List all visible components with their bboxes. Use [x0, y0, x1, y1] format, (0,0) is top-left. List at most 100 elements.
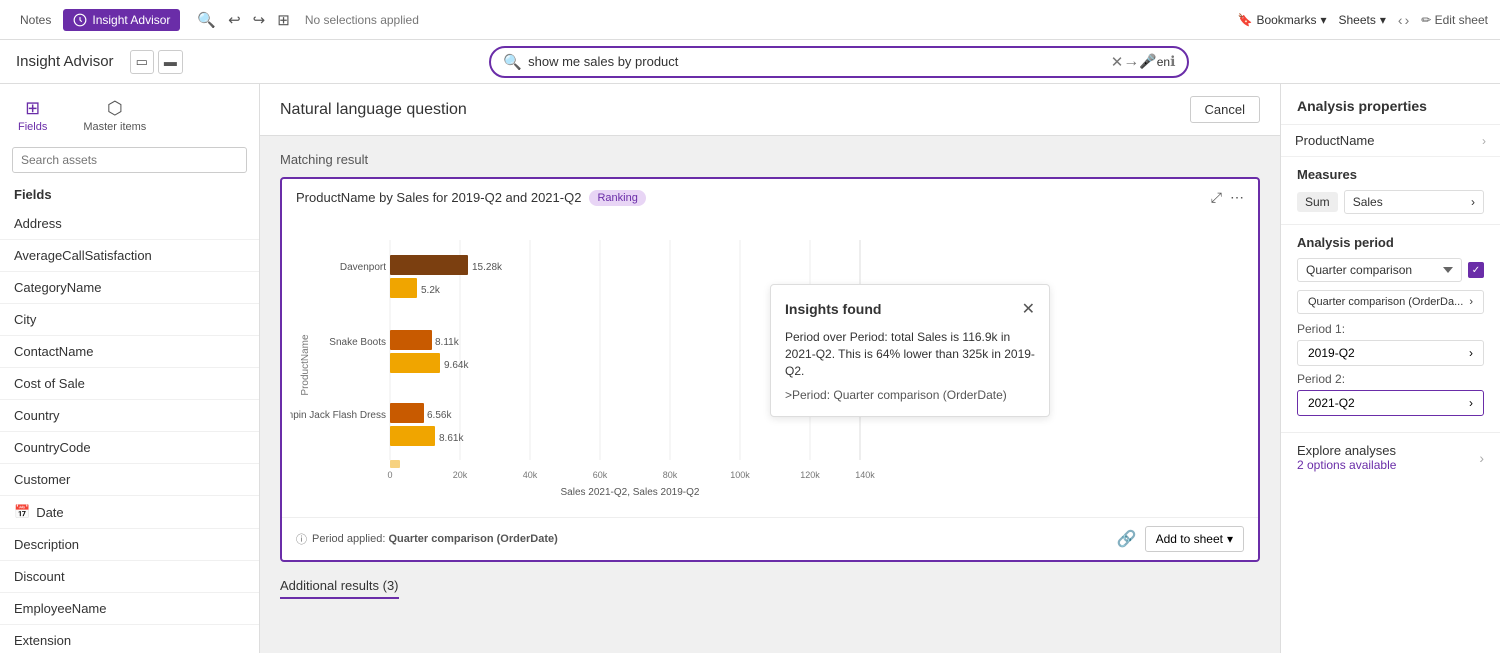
svg-text:8.11k: 8.11k	[435, 337, 460, 348]
topbar-right: 🔖 Bookmarks ▾ Sheets ▾ ‹ › ✏ Edit sheet	[1237, 12, 1488, 28]
panel-right-btn[interactable]: ▬	[158, 50, 183, 74]
explore-analyses-group: Explore analyses 2 options available	[1297, 443, 1396, 472]
sidebar-tabs: ⊞ Fields ⬡ Master items	[0, 84, 259, 139]
edit-sheet-btn[interactable]: ✏ Edit sheet	[1421, 13, 1488, 27]
date-icon: 📅	[14, 504, 30, 520]
add-to-sheet-btn[interactable]: Add to sheet ▾	[1145, 526, 1244, 552]
chart-header-actions: ⤢ ⋯	[1211, 189, 1244, 206]
secondbar: Insight Advisor ▭ ▬ 🔍 ✕ → 🎤 en ℹ	[0, 40, 1500, 84]
insights-text: Period over Period: total Sales is 116.9…	[785, 329, 1035, 379]
search-lang-btn[interactable]: en	[1157, 55, 1170, 69]
search-info-btn[interactable]: ℹ	[1170, 53, 1175, 70]
search-clear-btn[interactable]: ✕	[1111, 53, 1124, 71]
link-icon-btn[interactable]: 🔗	[1117, 526, 1137, 552]
sidebar-item-date[interactable]: 📅 Date	[0, 496, 259, 529]
sidebar-search-wrap	[0, 139, 259, 181]
chart-expand-btn[interactable]: ⤢	[1211, 189, 1222, 206]
sidebar-list: Address AverageCallSatisfaction Category…	[0, 208, 259, 653]
master-items-icon: ⬡	[107, 98, 123, 119]
sidebar-item-customer[interactable]: Customer	[0, 464, 259, 496]
insight-icon	[73, 13, 87, 27]
explore-options-link[interactable]: 2 options available	[1297, 458, 1396, 472]
svg-text:20k: 20k	[453, 470, 468, 480]
bookmarks-btn[interactable]: 🔖 Bookmarks ▾	[1237, 13, 1326, 27]
sidebar-item-employeename[interactable]: EmployeeName	[0, 593, 259, 625]
nav-arrows: ‹ ›	[1398, 12, 1409, 28]
add-sheet-chevron-icon: ▾	[1227, 532, 1233, 546]
layout-buttons: ▭ ▬	[130, 50, 183, 74]
fields-icon: ⊞	[25, 98, 40, 119]
svg-text:60k: 60k	[593, 470, 608, 480]
left-sidebar: ⊞ Fields ⬡ Master items Fields Address A…	[0, 84, 260, 653]
svg-text:Sales 2021-Q2, Sales 2019-Q2: Sales 2021-Q2, Sales 2019-Q2	[561, 487, 700, 498]
sidebar-item-averagecall[interactable]: AverageCallSatisfaction	[0, 240, 259, 272]
topbar-left: Notes Insight Advisor 🔍 ↩ ↪ ⊞ No selecti…	[12, 8, 419, 32]
period1-chevron-icon: ›	[1469, 346, 1473, 360]
cancel-btn[interactable]: Cancel	[1190, 96, 1260, 123]
chart-title: ProductName by Sales for 2019-Q2 and 202…	[296, 190, 581, 205]
sidebar-item-categoryname[interactable]: CategoryName	[0, 272, 259, 304]
notes-tab[interactable]: Notes	[12, 9, 59, 31]
quarter-comparison-item[interactable]: Quarter comparison (OrderDa... ›	[1297, 290, 1484, 314]
sidebar-item-extension[interactable]: Extension	[0, 625, 259, 653]
search-go-btn[interactable]: →	[1123, 53, 1139, 71]
explore-row: Explore analyses 2 options available ›	[1281, 433, 1500, 482]
explore-chevron-icon[interactable]: ›	[1479, 450, 1484, 466]
period2-section: Period 2: 2021-Q2 ›	[1297, 372, 1484, 416]
svg-text:6.56k: 6.56k	[427, 410, 452, 421]
sidebar-tab-master-items[interactable]: ⬡ Master items	[73, 92, 156, 139]
sheets-btn[interactable]: Sheets ▾	[1339, 13, 1386, 27]
panel-field-productname[interactable]: ProductName ›	[1281, 125, 1500, 157]
svg-text:120k: 120k	[800, 470, 820, 480]
sidebar-fields-label: Fields	[0, 181, 259, 208]
additional-results-label[interactable]: Additional results (3)	[280, 578, 399, 599]
period-checkbox[interactable]	[1468, 262, 1484, 278]
svg-text:Jumpin Jack Flash Dress: Jumpin Jack Flash Dress	[290, 410, 386, 421]
sidebar-item-city[interactable]: City	[0, 304, 259, 336]
sales-select[interactable]: Sales ›	[1344, 190, 1484, 214]
ranking-badge: Ranking	[589, 190, 645, 206]
undo-btn[interactable]: ↩	[225, 8, 244, 32]
insights-title: Insights found	[785, 301, 881, 317]
sidebar-item-countrycode[interactable]: CountryCode	[0, 432, 259, 464]
insight-advisor-tab[interactable]: Insight Advisor	[63, 9, 180, 31]
chart-footer: ⓘ Period applied: Quarter comparison (Or…	[282, 517, 1258, 560]
sidebar-item-country[interactable]: Country	[0, 400, 259, 432]
svg-text:40k: 40k	[523, 470, 538, 480]
smart-search-btn[interactable]: ⊞	[274, 8, 293, 32]
insights-link[interactable]: >Period: Quarter comparison (OrderDate)	[785, 388, 1007, 402]
explore-analyses-label: Explore analyses	[1297, 443, 1396, 458]
insights-popup: Insights found ✕ Period over Period: tot…	[770, 284, 1050, 417]
svg-text:5.2k: 5.2k	[421, 285, 441, 296]
prev-sheet-btn[interactable]: ‹	[1398, 12, 1403, 28]
insights-close-btn[interactable]: ✕	[1022, 299, 1035, 319]
period1-value[interactable]: 2019-Q2 ›	[1297, 340, 1484, 366]
insight-tab-label: Insight Advisor	[92, 13, 170, 27]
sum-label: Sum	[1297, 192, 1338, 212]
sidebar-tab-fields[interactable]: ⊞ Fields	[8, 92, 57, 139]
sidebar-item-contactname[interactable]: ContactName	[0, 336, 259, 368]
sidebar-item-costofsale[interactable]: Cost of Sale	[0, 368, 259, 400]
svg-text:Snake Boots: Snake Boots	[329, 337, 386, 348]
period-dropdown[interactable]: Quarter comparison	[1297, 258, 1462, 282]
search-mic-btn[interactable]: 🎤	[1139, 53, 1156, 70]
period-info: ⓘ Period applied: Quarter comparison (Or…	[296, 531, 558, 547]
period2-chevron-icon: ›	[1469, 396, 1473, 410]
analysis-period-section: Analysis period Quarter comparison Quart…	[1281, 225, 1500, 433]
sidebar-search-input[interactable]	[12, 147, 247, 173]
chart-menu-btn[interactable]: ⋯	[1230, 189, 1244, 206]
panel-field-name: ProductName	[1295, 133, 1374, 148]
search-icon-btn[interactable]: 🔍	[194, 8, 219, 32]
svg-text:Davenport: Davenport	[340, 262, 386, 273]
sidebar-item-description[interactable]: Description	[0, 529, 259, 561]
period1-section: Period 1: 2019-Q2 ›	[1297, 322, 1484, 366]
redo-btn[interactable]: ↪	[250, 8, 269, 32]
next-sheet-btn[interactable]: ›	[1405, 12, 1410, 28]
chart-footer-actions: 🔗 Add to sheet ▾	[1117, 526, 1244, 552]
search-input[interactable]	[528, 54, 1111, 69]
period2-value[interactable]: 2021-Q2 ›	[1297, 390, 1484, 416]
topbar: Notes Insight Advisor 🔍 ↩ ↪ ⊞ No selecti…	[0, 0, 1500, 40]
panel-left-btn[interactable]: ▭	[130, 50, 154, 74]
sidebar-item-discount[interactable]: Discount	[0, 561, 259, 593]
sidebar-item-address[interactable]: Address	[0, 208, 259, 240]
